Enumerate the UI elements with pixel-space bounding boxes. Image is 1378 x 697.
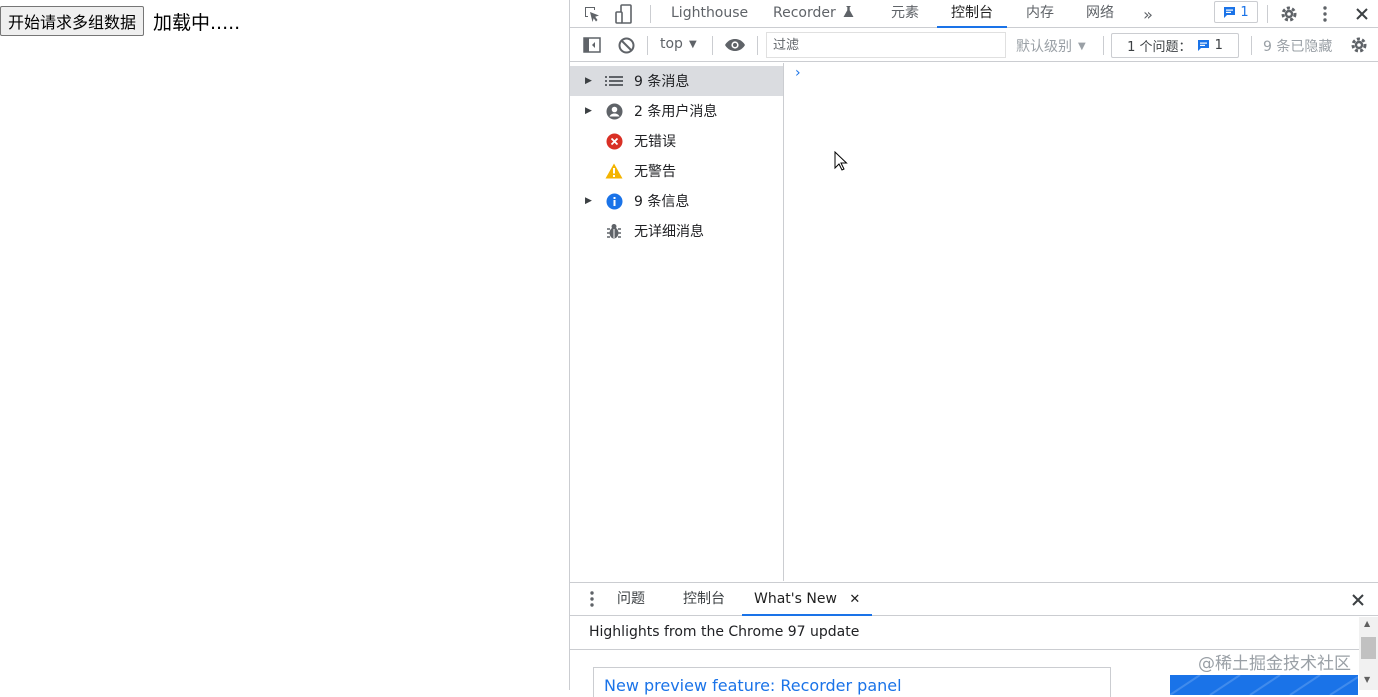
toolbar-divider: [1103, 36, 1104, 55]
devtools-tabbar: Lighthouse Recorder 元素 控制台 内存 网络 » 1: [570, 0, 1378, 28]
log-level-value: 默认级别: [1016, 39, 1072, 55]
console-toolbar: top ▼ 默认级别 ▼ 1 个问题： 1 9 条已隐藏: [570, 29, 1378, 62]
sidebar-item-label: 无错误: [634, 134, 676, 150]
drawer-scrollbar[interactable]: ▲ ▼: [1359, 617, 1378, 690]
feature-link[interactable]: New preview feature: Recorder panel: [604, 676, 902, 695]
tab-recorder-label: Recorder: [773, 5, 836, 21]
whats-new-heading: Highlights from the Chrome 97 update: [589, 624, 860, 640]
toolbar-divider: [1267, 5, 1268, 23]
dropdown-arrow-icon: ▼: [688, 38, 697, 50]
mouse-cursor-icon: [834, 151, 848, 171]
tab-lighthouse[interactable]: Lighthouse: [671, 0, 748, 28]
tab-network[interactable]: 网络: [1086, 0, 1114, 28]
console-sidebar: ▶ 9 条消息 ▶ 2 条用户消息 无错误 无警告 ▶ 9 条信息 无详细消息: [570, 63, 784, 581]
issues-button[interactable]: 1 个问题： 1: [1111, 33, 1239, 58]
warning-icon: [604, 161, 624, 181]
expand-arrow-icon[interactable]: ▶: [585, 106, 595, 116]
toolbar-divider: [757, 36, 758, 55]
devtools-panel: Lighthouse Recorder 元素 控制台 内存 网络 » 1 top…: [569, 0, 1378, 697]
sidebar-item-errors[interactable]: 无错误: [570, 126, 783, 156]
console-output[interactable]: ›: [785, 63, 1378, 581]
bug-icon: [604, 221, 624, 241]
feature-thumbnail-image[interactable]: [1170, 675, 1358, 695]
issues-counter-value: 1: [1240, 4, 1249, 20]
tab-memory[interactable]: 内存: [1026, 0, 1054, 28]
drawer-tab-label: What's New: [754, 591, 837, 607]
sidebar-item-label: 无警告: [634, 164, 676, 180]
settings-gear-icon[interactable]: [1277, 2, 1301, 26]
toolbar-divider: [712, 36, 713, 55]
drawer-tab-issues[interactable]: 问题: [617, 583, 645, 616]
info-icon: [604, 191, 624, 211]
drawer-more-icon[interactable]: [580, 587, 604, 611]
sidebar-item-user-messages[interactable]: ▶ 2 条用户消息: [570, 96, 783, 126]
issues-count: 1: [1214, 38, 1223, 53]
flask-icon: [843, 6, 854, 17]
start-request-button[interactable]: 开始请求多组数据: [0, 6, 145, 36]
live-expression-eye-icon[interactable]: [722, 34, 748, 56]
tab-recorder[interactable]: Recorder: [773, 0, 854, 28]
user-icon: [604, 101, 624, 121]
context-value: top: [660, 36, 683, 52]
console-settings-gear-icon[interactable]: [1348, 34, 1370, 56]
more-tabs-icon[interactable]: »: [1136, 2, 1160, 26]
whats-new-panel: Highlights from the Chrome 97 update New…: [570, 617, 1378, 697]
context-selector[interactable]: top ▼: [660, 36, 697, 52]
sidebar-item-warnings[interactable]: 无警告: [570, 156, 783, 186]
expand-arrow-icon[interactable]: ▶: [585, 76, 595, 86]
tab-console[interactable]: 控制台: [937, 0, 1007, 28]
close-devtools-icon[interactable]: [1350, 2, 1374, 26]
console-prompt-chevron-icon[interactable]: ›: [795, 65, 801, 81]
sidebar-item-label: 9 条信息: [634, 194, 690, 210]
inspect-element-icon[interactable]: [580, 2, 604, 26]
message-icon: [1197, 40, 1209, 51]
watermark-text: @稀土掘金技术社区: [1198, 654, 1351, 674]
sidebar-toggle-icon[interactable]: [581, 34, 603, 56]
tab-elements[interactable]: 元素: [891, 0, 919, 28]
toolbar-divider: [1251, 36, 1252, 55]
error-icon: [604, 131, 624, 151]
toolbar-divider: [650, 5, 651, 23]
filter-input[interactable]: [766, 32, 1006, 58]
issues-counter-button[interactable]: 1: [1214, 1, 1258, 23]
hidden-messages-count: 9 条已隐藏: [1263, 39, 1333, 55]
close-drawer-icon[interactable]: [1346, 588, 1370, 612]
drawer-tabbar: 问题 控制台 What's New ✕: [570, 582, 1378, 616]
sidebar-item-messages[interactable]: ▶ 9 条消息: [570, 66, 783, 96]
clear-console-icon[interactable]: [615, 34, 637, 56]
expand-arrow-icon[interactable]: ▶: [585, 196, 595, 206]
feature-card: New preview feature: Recorder panel: [593, 667, 1111, 697]
issues-label: 1 个问题：: [1127, 40, 1192, 55]
drawer-tab-console[interactable]: 控制台: [683, 583, 725, 616]
scrollbar-thumb[interactable]: [1361, 637, 1376, 659]
close-tab-icon[interactable]: ✕: [849, 592, 860, 607]
loading-text: 加载中.....: [153, 12, 241, 34]
more-options-icon[interactable]: [1313, 2, 1337, 26]
log-level-selector[interactable]: 默认级别 ▼: [1016, 36, 1086, 56]
web-page: 开始请求多组数据 加载中.....: [0, 0, 569, 690]
scroll-up-arrow-icon[interactable]: ▲: [1364, 619, 1370, 628]
device-toolbar-icon[interactable]: [612, 2, 636, 26]
toolbar-divider: [647, 36, 648, 55]
sidebar-item-label: 2 条用户消息: [634, 104, 718, 120]
sidebar-item-info[interactable]: ▶ 9 条信息: [570, 186, 783, 216]
sidebar-item-label: 9 条消息: [634, 74, 690, 90]
dropdown-arrow-icon: ▼: [1078, 40, 1086, 52]
sidebar-item-verbose[interactable]: 无详细消息: [570, 216, 783, 246]
message-icon: [1224, 6, 1236, 18]
sidebar-item-label: 无详细消息: [634, 224, 704, 240]
scroll-down-arrow-icon[interactable]: ▼: [1364, 675, 1370, 684]
list-icon: [604, 71, 624, 91]
drawer-tab-whats-new[interactable]: What's New ✕: [742, 583, 873, 616]
